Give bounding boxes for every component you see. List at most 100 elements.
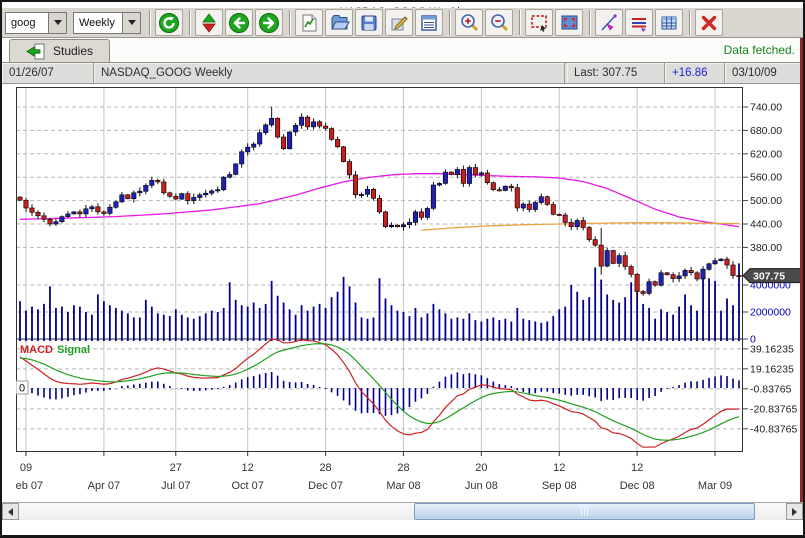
- svg-text:Mar 08: Mar 08: [386, 480, 420, 492]
- refresh-button[interactable]: [155, 9, 183, 36]
- data-table-icon: [659, 13, 679, 33]
- svg-text:0: 0: [19, 383, 25, 395]
- zoom-in-button[interactable]: [455, 9, 483, 36]
- toolbar-separator: [149, 10, 151, 35]
- zoom-region-button[interactable]: [525, 9, 553, 36]
- chart-end-date: 03/10/09: [725, 63, 803, 83]
- chevron-down-icon: [54, 20, 62, 25]
- scrollbar-track[interactable]: [19, 503, 786, 520]
- svg-text:12: 12: [631, 462, 643, 474]
- delete-button[interactable]: [695, 9, 723, 36]
- new-chart-icon: [299, 13, 319, 33]
- horizontal-lines-icon: [629, 13, 649, 33]
- svg-text:307.75: 307.75: [753, 270, 785, 282]
- svg-text:Jul 07: Jul 07: [161, 480, 190, 492]
- scrollbar-thumb[interactable]: [414, 503, 755, 520]
- chart-start-date: 01/26/07: [2, 63, 94, 83]
- fit-chart-icon: [559, 12, 580, 33]
- svg-text:Feb 07: Feb 07: [16, 480, 43, 492]
- status-message: Data fetched.: [724, 43, 803, 62]
- svg-text:-0.83765: -0.83765: [750, 383, 792, 395]
- period-combo[interactable]: Weekly: [73, 12, 141, 34]
- trendline-button[interactable]: [595, 9, 623, 36]
- svg-text:380.00: 380.00: [750, 242, 782, 254]
- price-arrows-button[interactable]: [195, 9, 223, 36]
- toolbar-separator: [449, 10, 451, 35]
- svg-text:500.00: 500.00: [750, 195, 782, 207]
- svg-text:Mar 09: Mar 09: [698, 480, 732, 492]
- period-combo-value: Weekly: [74, 13, 122, 33]
- data-table-button[interactable]: [655, 9, 683, 36]
- svg-text:Dec 08: Dec 08: [620, 480, 655, 492]
- svg-text:28: 28: [397, 462, 409, 474]
- window-right-edge: [800, 38, 803, 513]
- symbol-combo-arrow[interactable]: [48, 13, 66, 33]
- scroll-left-button[interactable]: [2, 503, 19, 520]
- open-button[interactable]: [325, 9, 353, 36]
- svg-text:680.00: 680.00: [750, 125, 782, 137]
- toolbar-separator: [689, 10, 691, 35]
- zoom-out-button[interactable]: [485, 9, 513, 36]
- svg-text:Dec 07: Dec 07: [308, 480, 343, 492]
- toolbar: goog Weekly: [2, 8, 803, 38]
- price-arrows-icon: [199, 13, 219, 33]
- zoom-region-icon: [529, 12, 550, 33]
- svg-text:28: 28: [319, 462, 331, 474]
- refresh-icon: [158, 12, 180, 34]
- tab-studies[interactable]: Studies: [9, 39, 110, 62]
- forward-button[interactable]: [255, 9, 283, 36]
- info-bar: 01/26/07 NASDAQ_GOOG Weekly Last: 307.75…: [2, 63, 803, 84]
- horizontal-scrollbar[interactable]: [2, 502, 803, 520]
- svg-text:19.16235: 19.16235: [750, 363, 794, 375]
- chart-area[interactable]: 740.00680.00620.00560.00500.00440.00380.…: [2, 84, 803, 520]
- toolbar-separator: [589, 10, 591, 35]
- svg-text:MACD: MACD: [20, 344, 53, 356]
- svg-text:12: 12: [553, 462, 565, 474]
- svg-text:2000000: 2000000: [750, 307, 791, 319]
- save-button[interactable]: [355, 9, 383, 36]
- svg-text:39.16235: 39.16235: [750, 343, 794, 355]
- scroll-right-icon: [792, 508, 797, 516]
- delete-icon: [699, 13, 719, 33]
- toolbar-separator: [519, 10, 521, 35]
- back-button[interactable]: [225, 9, 253, 36]
- studies-tab-icon: [26, 43, 46, 60]
- svg-text:Sep 08: Sep 08: [542, 480, 577, 492]
- save-icon: [359, 13, 379, 33]
- chevron-down-icon: [128, 20, 136, 25]
- price-change: +16.86: [665, 63, 725, 83]
- period-combo-arrow[interactable]: [122, 13, 140, 33]
- svg-text:Signal: Signal: [57, 344, 90, 356]
- annotate-button[interactable]: [385, 9, 413, 36]
- svg-text:740.00: 740.00: [750, 102, 782, 114]
- svg-text:12: 12: [242, 462, 254, 474]
- svg-text:20: 20: [475, 462, 487, 474]
- open-folder-icon: [329, 12, 350, 33]
- new-chart-button[interactable]: [295, 9, 323, 36]
- fit-chart-button[interactable]: [555, 9, 583, 36]
- toolbar-separator: [189, 10, 191, 35]
- svg-text:620.00: 620.00: [750, 148, 782, 160]
- series-title: NASDAQ_GOOG Weekly: [94, 63, 565, 83]
- horizontal-lines-button[interactable]: [625, 9, 653, 36]
- svg-text:Jun 08: Jun 08: [465, 480, 498, 492]
- symbol-combo[interactable]: goog: [5, 12, 67, 34]
- last-price-label: Last: 307.75: [567, 63, 665, 83]
- symbol-combo-value: goog: [6, 13, 48, 33]
- report-button[interactable]: [415, 9, 443, 36]
- svg-text:560.00: 560.00: [750, 172, 782, 184]
- report-icon: [419, 13, 439, 33]
- forward-icon: [258, 12, 280, 34]
- toolbar-separator: [289, 10, 291, 35]
- svg-text:Apr 07: Apr 07: [88, 480, 120, 492]
- scroll-left-icon: [8, 508, 13, 516]
- tab-bar: Studies Data fetched.: [2, 38, 803, 63]
- svg-text:-20.83765: -20.83765: [750, 403, 797, 415]
- svg-text:27: 27: [170, 462, 182, 474]
- candlestick-chart[interactable]: 740.00680.00620.00560.00500.00440.00380.…: [16, 87, 804, 499]
- studies-tab-label: Studies: [53, 44, 93, 58]
- svg-text:09: 09: [20, 462, 32, 474]
- scroll-right-button[interactable]: [786, 503, 803, 520]
- svg-text:Oct 07: Oct 07: [231, 480, 263, 492]
- svg-text:-40.83765: -40.83765: [750, 423, 797, 435]
